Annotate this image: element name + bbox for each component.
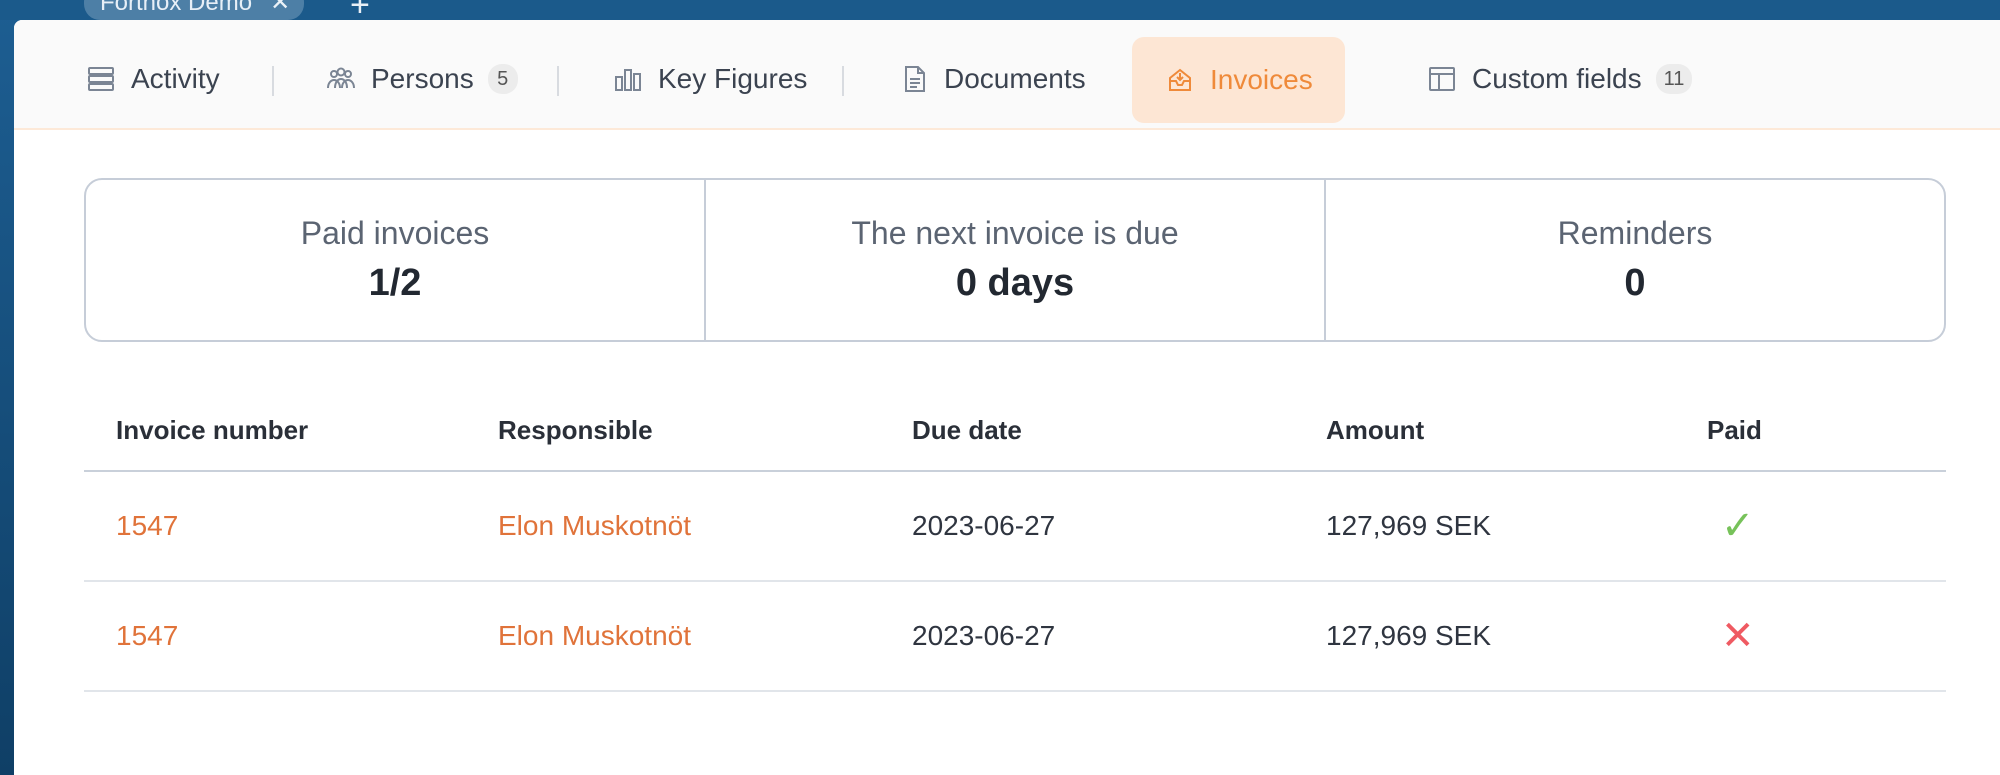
workspace-tab[interactable]: Fortnox Demo ✕ xyxy=(84,0,305,20)
invoices-table: Invoice number Responsible Due date Amou… xyxy=(84,390,1946,692)
header-amount[interactable]: Amount xyxy=(1326,415,1707,446)
table-icon xyxy=(1426,63,1458,95)
due-date: 2023-06-27 xyxy=(912,620,1056,651)
bar-chart-icon xyxy=(612,63,644,95)
cross-icon: ✕ xyxy=(1721,614,1755,658)
stat-reminders: Reminders 0 xyxy=(1326,180,1944,340)
due-date: 2023-06-27 xyxy=(912,510,1056,541)
tab-divider xyxy=(557,66,559,96)
amount: 127,969 SEK xyxy=(1326,510,1492,541)
stat-value: 0 days xyxy=(955,262,1075,304)
tab-documents[interactable]: Documents xyxy=(882,38,1102,120)
table-row[interactable]: 1547 Elon Muskotnöt 2023-06-27 127,969 S… xyxy=(84,472,1946,582)
stat-next-due: The next invoice is due 0 days xyxy=(706,180,1326,340)
table-header: Invoice number Responsible Due date Amou… xyxy=(84,390,1946,472)
tabs-bar: Activity Persons 5 Key Figures Documents xyxy=(14,20,2000,130)
stat-label: Paid invoices xyxy=(300,215,490,251)
responsible-link[interactable]: Elon Muskotnöt xyxy=(498,510,912,542)
tab-label: Activity xyxy=(131,63,220,94)
stack-icon xyxy=(85,63,117,95)
tab-label: Documents xyxy=(944,63,1086,94)
tab-invoices[interactable]: Invoices xyxy=(1132,37,1345,123)
inbox-icon xyxy=(1164,64,1196,96)
document-icon xyxy=(898,63,930,95)
people-icon xyxy=(325,63,357,95)
tab-custom-fields[interactable]: Custom fields 11 xyxy=(1410,38,1708,120)
stat-value: 0 xyxy=(1624,262,1646,304)
count-badge: 5 xyxy=(487,64,518,94)
header-paid[interactable]: Paid xyxy=(1707,415,1946,446)
tab-label: Custom fields xyxy=(1472,63,1642,94)
tab-label: Invoices xyxy=(1210,64,1313,95)
count-badge: 11 xyxy=(1655,64,1693,94)
header-responsible[interactable]: Responsible xyxy=(498,415,912,446)
tab-key-figures[interactable]: Key Figures xyxy=(596,38,823,120)
header-due-date[interactable]: Due date xyxy=(912,415,1326,446)
stat-paid-invoices: Paid invoices 1/2 xyxy=(86,180,706,340)
workspace-tab-label: Fortnox Demo xyxy=(100,0,253,16)
responsible-link[interactable]: Elon Muskotnöt xyxy=(498,620,912,652)
tab-persons[interactable]: Persons 5 xyxy=(309,38,534,120)
tab-label: Key Figures xyxy=(658,63,808,94)
stat-label: The next invoice is due xyxy=(851,215,1179,251)
amount: 127,969 SEK xyxy=(1326,620,1492,651)
check-icon: ✓ xyxy=(1721,504,1755,548)
tab-divider xyxy=(842,66,844,96)
invoice-stats: Paid invoices 1/2 The next invoice is du… xyxy=(84,178,1946,342)
invoice-number-link[interactable]: 1547 xyxy=(84,620,498,652)
header-invoice-number[interactable]: Invoice number xyxy=(84,415,498,446)
customer-panel: Activity Persons 5 Key Figures Documents xyxy=(14,20,2000,775)
stat-value: 1/2 xyxy=(368,262,422,304)
stat-label: Reminders xyxy=(1557,215,1713,251)
tab-label: Persons xyxy=(371,63,474,94)
tab-activity[interactable]: Activity xyxy=(69,38,236,120)
tab-divider xyxy=(272,66,274,96)
add-tab-icon[interactable]: + xyxy=(350,0,380,22)
table-row[interactable]: 1547 Elon Muskotnöt 2023-06-27 127,969 S… xyxy=(84,582,1946,692)
invoice-number-link[interactable]: 1547 xyxy=(84,510,498,542)
close-icon[interactable]: ✕ xyxy=(270,0,290,15)
